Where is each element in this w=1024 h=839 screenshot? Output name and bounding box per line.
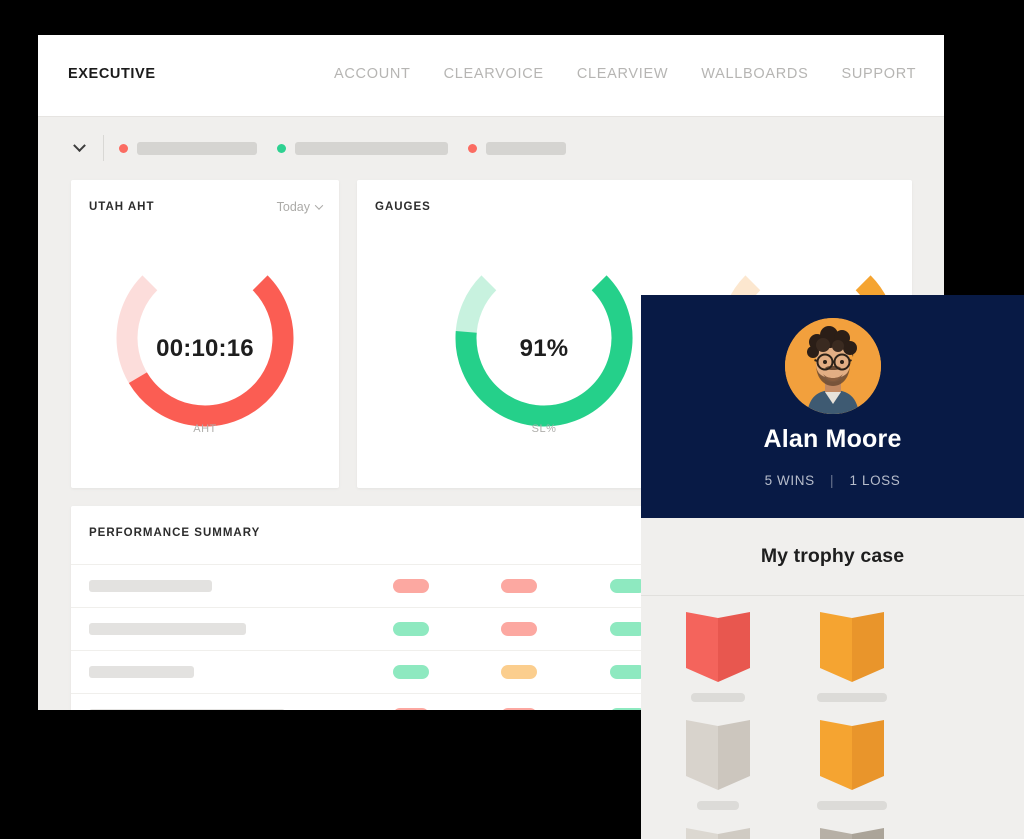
card-title-gauges: GAUGES bbox=[375, 201, 431, 213]
filter-divider bbox=[103, 135, 104, 161]
nav-item-support[interactable]: SUPPORT bbox=[841, 66, 916, 82]
list-item[interactable] bbox=[795, 612, 909, 720]
row-label-placeholder bbox=[89, 666, 194, 678]
status-badge bbox=[393, 579, 429, 593]
ribbon-left-fold bbox=[686, 720, 719, 790]
chevron-down-icon[interactable] bbox=[68, 137, 90, 159]
filter-chip-label-placeholder bbox=[486, 141, 566, 155]
main-nav: ACCOUNT CLEARVOICE CLEARVIEW WALLBOARDS … bbox=[334, 66, 916, 82]
avatar[interactable] bbox=[785, 318, 881, 414]
player-profile-panel: Alan Moore 5 WINS | 1 LOSS My trophy cas… bbox=[641, 295, 1024, 839]
status-badge bbox=[501, 708, 537, 710]
profile-header: Alan Moore 5 WINS | 1 LOSS bbox=[641, 295, 1024, 518]
loss-count: 1 LOSS bbox=[849, 473, 901, 488]
gauge-service-level-label: SL% bbox=[531, 423, 557, 435]
card-title-performance-summary: PERFORMANCE SUMMARY bbox=[89, 527, 261, 539]
chevron-down-icon bbox=[314, 201, 324, 210]
filter-chip-2[interactable] bbox=[277, 141, 448, 155]
ribbon-right-fold bbox=[852, 612, 885, 682]
row-label-placeholder bbox=[89, 709, 285, 710]
ribbon-right-fold bbox=[718, 612, 751, 682]
ribbon-badge-icon bbox=[820, 828, 885, 839]
ribbon-right-fold bbox=[852, 828, 885, 839]
badge-label-placeholder bbox=[817, 693, 888, 702]
list-item[interactable] bbox=[661, 828, 775, 839]
nav-item-wallboards[interactable]: WALLBOARDS bbox=[701, 66, 808, 82]
row-label-placeholder bbox=[89, 623, 246, 635]
filter-chip-1[interactable] bbox=[119, 141, 257, 155]
status-dot-icon bbox=[119, 143, 128, 153]
list-item[interactable] bbox=[795, 828, 909, 839]
ribbon-left-fold bbox=[820, 828, 853, 839]
trophy-case-divider bbox=[641, 595, 1024, 596]
wins-count: 5 WINS bbox=[764, 473, 815, 488]
ribbon-badge-icon bbox=[820, 612, 885, 682]
ribbon-badge-icon bbox=[820, 720, 885, 790]
user-avatar-photo bbox=[785, 318, 881, 414]
ribbon-left-fold bbox=[686, 828, 719, 839]
aht-period-label: Today bbox=[276, 200, 310, 214]
screenshot-stage: EXECUTIVE ACCOUNT CLEARVOICE CLEARVIEW W… bbox=[0, 0, 1024, 839]
status-badge bbox=[501, 622, 537, 636]
row-label-placeholder bbox=[89, 580, 212, 592]
status-badge bbox=[501, 579, 537, 593]
status-badge bbox=[393, 665, 429, 679]
ribbon-left-fold bbox=[820, 612, 853, 682]
profile-name: Alan Moore bbox=[763, 425, 902, 453]
filter-chip-label-placeholder bbox=[137, 141, 257, 155]
nav-item-account[interactable]: ACCOUNT bbox=[334, 66, 411, 82]
gauge-utah-aht-label: AHT bbox=[193, 423, 217, 435]
list-item[interactable] bbox=[795, 720, 909, 828]
status-badge bbox=[393, 708, 429, 710]
ribbon-right-fold bbox=[718, 828, 751, 839]
list-item[interactable] bbox=[661, 720, 775, 828]
badge-label-placeholder bbox=[691, 693, 746, 702]
ribbon-badge-icon bbox=[686, 720, 751, 790]
nav-item-clearvoice[interactable]: CLEARVOICE bbox=[444, 66, 544, 82]
badge-label-placeholder bbox=[697, 801, 740, 810]
filter-chip-list bbox=[119, 141, 586, 155]
status-badge bbox=[393, 622, 429, 636]
ribbon-right-fold bbox=[718, 720, 751, 790]
card-utah-aht: UTAH AHT Today 00:10:16 AHT bbox=[71, 180, 339, 488]
status-dot-icon bbox=[277, 143, 286, 153]
ribbon-badge-icon bbox=[686, 828, 751, 839]
ribbon-badge-icon bbox=[686, 612, 751, 682]
brand-title: EXECUTIVE bbox=[68, 66, 156, 82]
nav-item-clearview[interactable]: CLEARVIEW bbox=[577, 66, 668, 82]
profile-record: 5 WINS | 1 LOSS bbox=[641, 473, 1024, 488]
filter-bar bbox=[38, 118, 944, 178]
status-dot-icon bbox=[468, 143, 477, 153]
filter-chip-3[interactable] bbox=[468, 141, 566, 155]
ribbon-left-fold bbox=[820, 720, 853, 790]
filter-chip-label-placeholder bbox=[295, 141, 448, 155]
gauge-service-level-value: 91% bbox=[519, 335, 569, 362]
card-title-utah-aht: UTAH AHT bbox=[89, 201, 155, 213]
badge-grid bbox=[641, 612, 1024, 839]
ribbon-left-fold bbox=[686, 612, 719, 682]
aht-period-selector[interactable]: Today bbox=[276, 200, 324, 214]
list-item[interactable] bbox=[661, 612, 775, 720]
chevron-glyph bbox=[72, 138, 86, 152]
status-badge bbox=[501, 665, 537, 679]
trophy-case-section: My trophy case bbox=[641, 518, 1024, 839]
record-separator: | bbox=[830, 473, 835, 488]
trophy-case-title: My trophy case bbox=[760, 545, 905, 567]
app-header: EXECUTIVE ACCOUNT CLEARVOICE CLEARVIEW W… bbox=[38, 35, 944, 117]
ribbon-right-fold bbox=[852, 720, 885, 790]
gauge-utah-aht-value: 00:10:16 bbox=[156, 335, 254, 362]
badge-label-placeholder bbox=[817, 801, 888, 810]
